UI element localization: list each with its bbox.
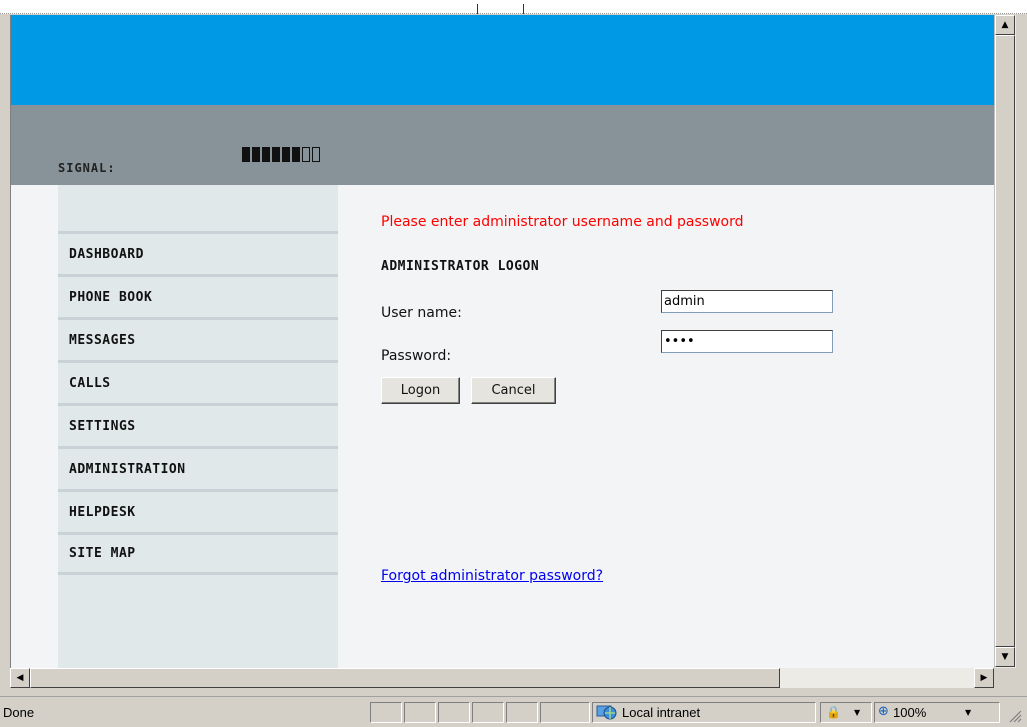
status-panel [370, 702, 402, 723]
signal-bar-empty [302, 147, 310, 162]
browser-window: SIGNAL: DASHBOARD PHONE BOOK MESSAGES CA… [0, 0, 1027, 727]
status-bar: Done Local intranet 🔒 ▼ ⊕ 100% ▼ [0, 696, 1027, 727]
chevron-down-icon[interactable]: ▼ [965, 708, 971, 717]
sidebar-item-settings[interactable]: SETTINGS [58, 403, 338, 446]
zoom-level[interactable]: 100% [893, 705, 926, 720]
status-panel [472, 702, 504, 723]
error-prompt: Please enter administrator username and … [381, 214, 744, 230]
signal-bar-filled [282, 147, 290, 162]
sidebar-item-phone-book[interactable]: PHONE BOOK [58, 274, 338, 317]
header-banner [11, 15, 994, 105]
sidebar-item-administration[interactable]: ADMINISTRATION [58, 446, 338, 489]
zoom-icon[interactable]: ⊕ [878, 704, 889, 719]
window-edge [1016, 15, 1027, 705]
sidebar-nav: DASHBOARD PHONE BOOK MESSAGES CALLS SETT… [58, 231, 338, 575]
signal-bar-filled [262, 147, 270, 162]
status-panel [404, 702, 436, 723]
scroll-left-arrow-icon[interactable]: ◀ [10, 668, 30, 688]
password-label: Password: [381, 348, 452, 364]
signal-bar-filled [242, 147, 250, 162]
sidebar-item-messages[interactable]: MESSAGES [58, 317, 338, 360]
username-input[interactable] [661, 290, 833, 313]
scroll-up-arrow-icon[interactable]: ▲ [995, 15, 1015, 35]
sidebar-item-helpdesk[interactable]: HELPDESK [58, 489, 338, 532]
sidebar-item-calls[interactable]: CALLS [58, 360, 338, 403]
signal-label: SIGNAL: [58, 161, 116, 175]
sidebar-item-site-map[interactable]: SITE MAP [58, 532, 338, 575]
resize-grip-icon[interactable] [1006, 707, 1022, 723]
signal-bar-filled [272, 147, 280, 162]
signal-bar-filled [252, 147, 260, 162]
globe-icon [596, 705, 617, 720]
status-panel [540, 702, 590, 723]
cancel-button[interactable]: Cancel [471, 377, 556, 404]
zone-label: Local intranet [622, 705, 701, 720]
lock-icon[interactable]: 🔒 [826, 705, 841, 719]
vertical-scroll-thumb[interactable] [995, 35, 1015, 647]
horizontal-scroll-thumb[interactable] [30, 668, 780, 688]
logon-button[interactable]: Logon [381, 377, 460, 404]
scrollbar-corner [994, 668, 1016, 688]
scroll-right-arrow-icon[interactable]: ▶ [974, 668, 994, 688]
forgot-password-link[interactable]: Forgot administrator password? [381, 568, 603, 584]
page-viewport: SIGNAL: DASHBOARD PHONE BOOK MESSAGES CA… [10, 15, 994, 668]
password-input[interactable] [661, 330, 833, 353]
page-title: ADMINISTRATOR LOGON [381, 259, 540, 274]
scroll-down-arrow-icon[interactable]: ▼ [995, 647, 1015, 667]
horizontal-scrollbar[interactable]: ◀ ▶ [10, 668, 994, 688]
status-panel [506, 702, 538, 723]
status-panel [438, 702, 470, 723]
sidebar: DASHBOARD PHONE BOOK MESSAGES CALLS SETT… [58, 185, 338, 668]
divider [477, 4, 478, 14]
chevron-down-icon[interactable]: ▼ [854, 708, 860, 717]
signal-strength-meter [242, 147, 320, 162]
signal-bar-filled [292, 147, 300, 162]
sidebar-item-dashboard[interactable]: DASHBOARD [58, 231, 338, 274]
status-text: Done [3, 705, 35, 720]
divider [523, 4, 524, 14]
browser-top-strip [0, 0, 1027, 14]
vertical-scrollbar[interactable]: ▲ ▼ [994, 15, 1016, 668]
username-label: User name: [381, 305, 462, 321]
signal-bar-empty [312, 147, 320, 162]
signal-band [11, 105, 994, 185]
